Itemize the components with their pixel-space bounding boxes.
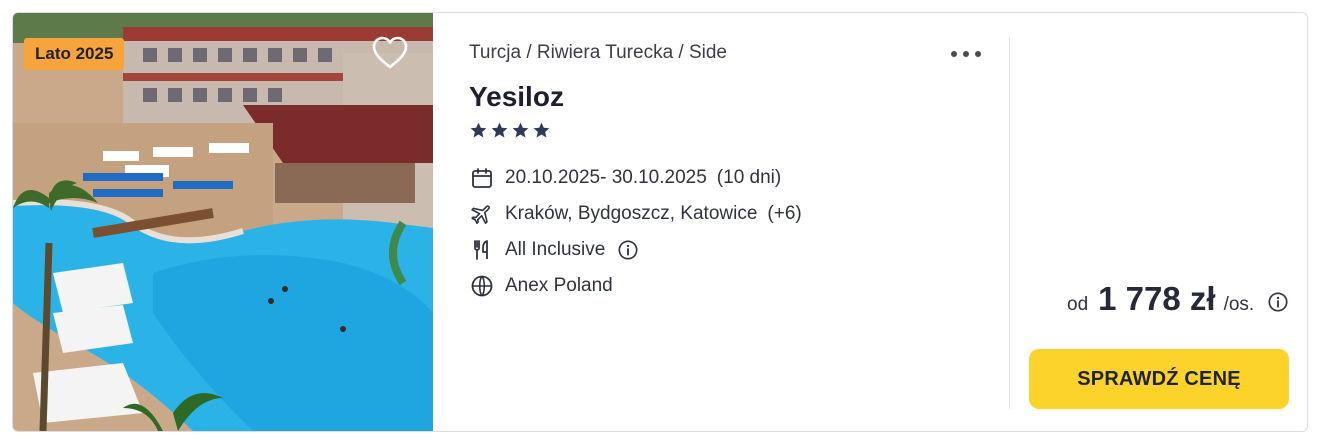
board-text: All Inclusive bbox=[505, 239, 606, 260]
cutlery-icon bbox=[469, 237, 495, 263]
star-rating bbox=[469, 121, 551, 145]
price-info-icon[interactable] bbox=[1267, 291, 1289, 313]
info-circle-icon[interactable] bbox=[617, 239, 639, 261]
more-options-button[interactable] bbox=[949, 41, 983, 67]
more-dots-icon bbox=[951, 51, 957, 57]
dates-text: 20.10.2025- 30.10.2025 bbox=[505, 167, 707, 188]
departure-airports-text: Kraków, Bydgoszcz, Katowice bbox=[505, 203, 758, 224]
price-amount: 1 778 zł bbox=[1098, 280, 1216, 317]
duration-text: (10 dni) bbox=[716, 167, 782, 188]
board-row: All Inclusive bbox=[469, 236, 639, 264]
hotel-photo[interactable]: Lato 2025 bbox=[13, 13, 433, 431]
check-price-button[interactable]: SPRAWDŹ CENĘ bbox=[1029, 349, 1289, 409]
more-airports-link[interactable]: (+6) bbox=[767, 203, 801, 225]
column-divider bbox=[1009, 37, 1010, 409]
star-icon bbox=[533, 122, 550, 138]
star-icon bbox=[512, 122, 529, 138]
price-prefix: od bbox=[1067, 294, 1089, 315]
calendar-icon bbox=[469, 165, 495, 191]
more-dot bbox=[975, 51, 981, 57]
destination-breadcrumb[interactable]: Turcja / Riwiera Turecka / Side bbox=[469, 42, 727, 64]
offer-details: Turcja / Riwiera Turecka / Side Yesiloz … bbox=[469, 13, 989, 431]
hotel-name[interactable]: Yesiloz bbox=[469, 81, 564, 113]
price-unit: /os. bbox=[1223, 294, 1255, 315]
star-icon bbox=[491, 122, 508, 138]
season-badge: Lato 2025 bbox=[24, 38, 125, 70]
globe-icon bbox=[469, 273, 495, 299]
more-dot bbox=[963, 51, 969, 57]
favorite-button[interactable] bbox=[371, 35, 409, 71]
departure-row: Kraków, Bydgoszcz, Katowice (+6) bbox=[469, 200, 802, 228]
operator-row: Anex Poland bbox=[469, 272, 613, 300]
hotel-photo-image bbox=[13, 13, 433, 431]
star-icon bbox=[470, 122, 487, 138]
operator-text: Anex Poland bbox=[505, 275, 613, 296]
dates-row: 20.10.2025- 30.10.2025 (10 dni) bbox=[469, 164, 781, 192]
offer-card[interactable]: Lato 2025 Turcja / Riwiera Turecka / Sid… bbox=[12, 12, 1308, 432]
airplane-icon bbox=[469, 201, 495, 227]
heart-outline-icon bbox=[372, 36, 408, 69]
price-line: od 1 778 zł /os. bbox=[1067, 280, 1255, 317]
